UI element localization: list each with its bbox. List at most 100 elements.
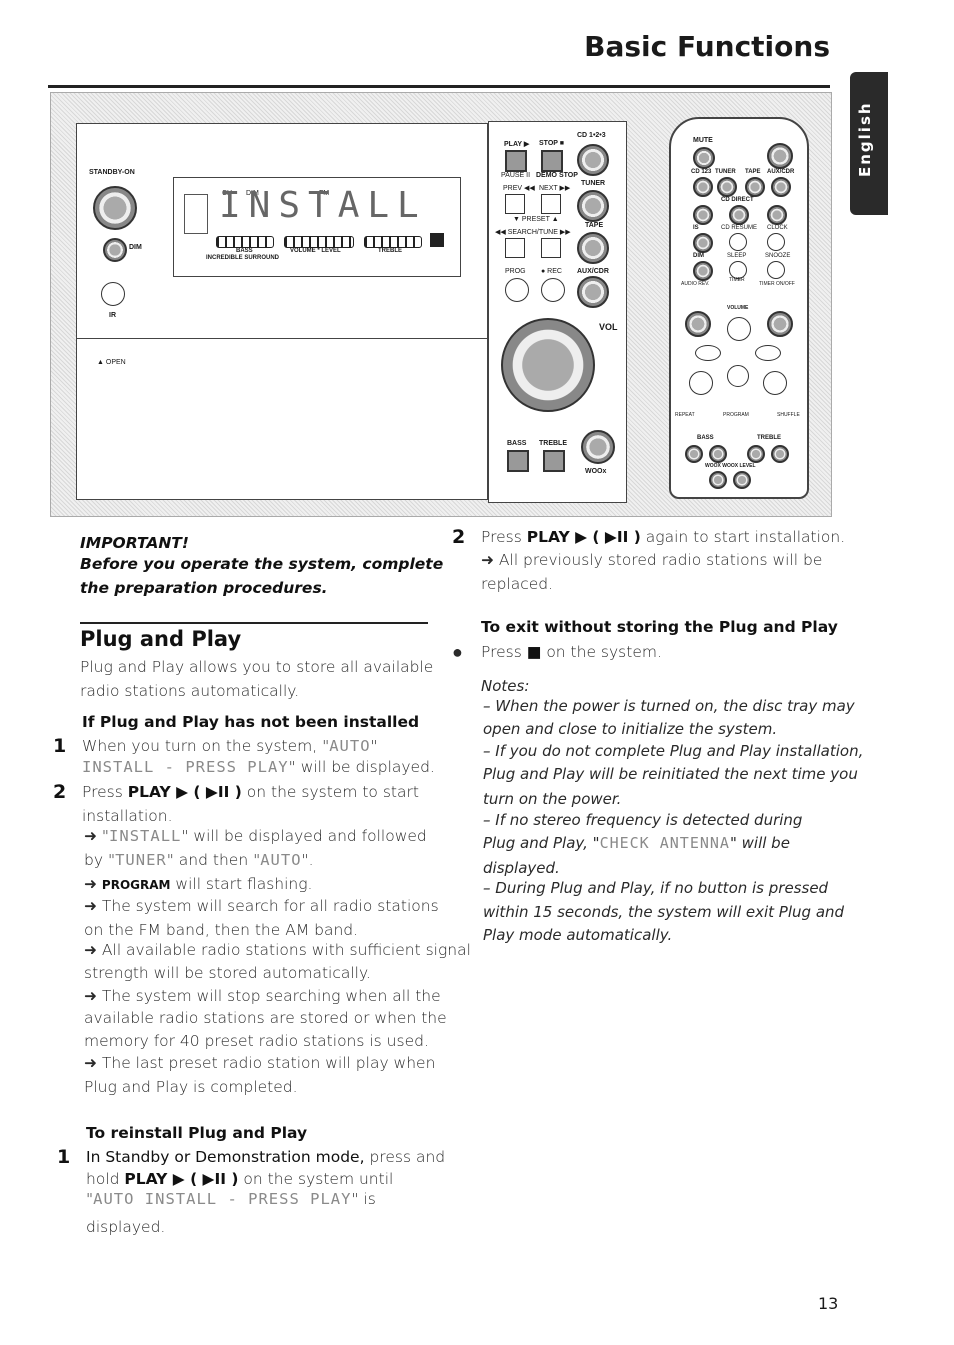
text: ➜ " (84, 827, 110, 845)
demo-stop-label: DEMO STOP (536, 172, 578, 179)
text: ". (301, 851, 314, 869)
note-line: – When the power is turned on, the disc … (483, 697, 855, 715)
text: hold (86, 1170, 125, 1188)
woox-icon (430, 233, 444, 247)
cd-label: CD 1•2•3 (577, 132, 606, 139)
tape-button (577, 232, 609, 264)
play-button-ref: PLAY ▶ ( ▶II ) (127, 783, 242, 801)
remote-2 (729, 205, 749, 225)
remote-woox-label: WOOX WOOX LEVEL (705, 463, 756, 469)
subheading-not-installed: If Plug and Play has not been installed (82, 713, 420, 731)
tuner-button (577, 190, 609, 222)
text: Plug and Play is completed. (84, 1078, 298, 1096)
remote-treble-label: TREBLE (757, 435, 781, 441)
subheading-exit: To exit without storing the Plug and Pla… (481, 618, 838, 636)
text: " will be displayed and followed (181, 827, 427, 845)
intro-line: Plug and Play allows you to store all av… (80, 658, 434, 676)
title-rule (48, 85, 830, 88)
remote-prev (695, 345, 721, 361)
bullet: ● (452, 642, 463, 663)
remote-mute (693, 147, 715, 169)
note-line: Plug and Play will be reinitiated the ne… (483, 765, 858, 783)
dim-button (103, 238, 127, 262)
aux-button (577, 276, 609, 308)
text: on the system. (541, 643, 662, 661)
play-label: PLAY ▶ (504, 141, 530, 148)
remote-bass-label: BASS (697, 435, 714, 441)
text: will start flashing. (170, 875, 313, 893)
remote-vol-up (767, 311, 793, 337)
remote-bass-minus (685, 445, 703, 463)
remote-tape (745, 177, 765, 197)
remote-is-label: IS (693, 225, 699, 231)
next-button (541, 194, 561, 214)
tuner-label: TUNER (581, 180, 606, 187)
text: Press (481, 643, 527, 661)
program-ref: PROGRAM (101, 878, 171, 892)
lcd-text: AUTO (329, 737, 371, 755)
note-line: – If no stereo frequency is detected dur… (483, 811, 803, 829)
remote-vol-down (685, 311, 711, 337)
ir-label: IR (109, 312, 116, 319)
bass-label: BASS (236, 248, 253, 254)
remote-snooze (767, 261, 785, 279)
standby-button (93, 186, 137, 230)
lcd-text: CHECK ANTENNA (599, 834, 730, 852)
main-unit-front: STANDBY-ON DIM IR CH DIM FM BASS INCREDI… (76, 123, 488, 340)
text: ➜ The system will search for all radio s… (84, 897, 439, 915)
note-line: turn on the power. (483, 790, 622, 808)
remote-cd-label: CD 123 (691, 169, 712, 175)
rec-button (541, 278, 565, 302)
lcd-text: INSTALL (109, 827, 182, 845)
text: ➜ All available radio stations with suff… (84, 941, 471, 959)
next-label: NEXT ▶▶ (539, 185, 571, 192)
note-line: within 15 seconds, the system will exit … (483, 903, 845, 921)
language-tab-label: English (856, 101, 874, 177)
bass-button-label: BASS (507, 440, 527, 447)
remote-resume (729, 233, 747, 251)
remote-control: MUTE CD 123 TUNER TAPE AUX/CDR CD DIRECT… (669, 117, 809, 499)
surround-label: INCREDIBLE SURROUND (206, 255, 280, 261)
treble-button-label: TREBLE (539, 440, 567, 447)
remote-cddirect-label: CD DIRECT (721, 197, 754, 203)
text: on the system until (238, 1170, 394, 1188)
remote-play-pause (727, 317, 751, 341)
remote-is (693, 233, 713, 253)
stop-symbol: ■ (526, 643, 542, 661)
text: " is (351, 1190, 376, 1208)
important-text-1: Before you operate the system, complete (80, 555, 444, 573)
volume-knob (501, 318, 595, 412)
remote-sleep-label: SLEEP (727, 253, 747, 259)
text: available radio stations are stored or w… (84, 1009, 447, 1027)
lcd-text: TUNER (115, 851, 167, 869)
text: " (370, 737, 378, 755)
text: displayed. (86, 1218, 166, 1236)
prog-label: PROG (505, 268, 526, 275)
remote-timer-label: TIMER (729, 277, 745, 283)
remote-mute-label: MUTE (693, 137, 713, 144)
prev-button (505, 194, 525, 214)
search-fwd-button (541, 238, 561, 258)
language-tab: English (850, 72, 888, 215)
rec-label: ● REC (541, 268, 562, 275)
note-line: Play mode automatically. (483, 926, 673, 944)
treble-label: TREBLE (378, 248, 402, 254)
lcd-text: AUTO (260, 851, 302, 869)
text: In Standby or Demonstration mode, (86, 1148, 365, 1166)
remote-ffwd (763, 371, 787, 395)
search-label: ◀◀ SEARCH/TUNE ▶▶ (495, 229, 571, 236)
play-button (505, 150, 527, 172)
remote-shuffle-label: SHUFFLE (777, 412, 800, 418)
cd-icon (184, 194, 208, 234)
remote-tape-label: TAPE (745, 169, 761, 175)
step-number: 1 (53, 735, 67, 757)
volume-bar (284, 236, 354, 248)
text: on the system to start (241, 783, 419, 801)
note-line: open and close to initialize the system. (483, 720, 778, 738)
remote-woox-level (733, 471, 751, 489)
play-button-ref: PLAY ▶ ( ▶II ) (124, 1170, 239, 1188)
remote-1 (693, 205, 713, 225)
page-number: 13 (818, 1294, 839, 1313)
text: Press (481, 528, 527, 546)
stop-label: STOP ■ (539, 140, 564, 147)
